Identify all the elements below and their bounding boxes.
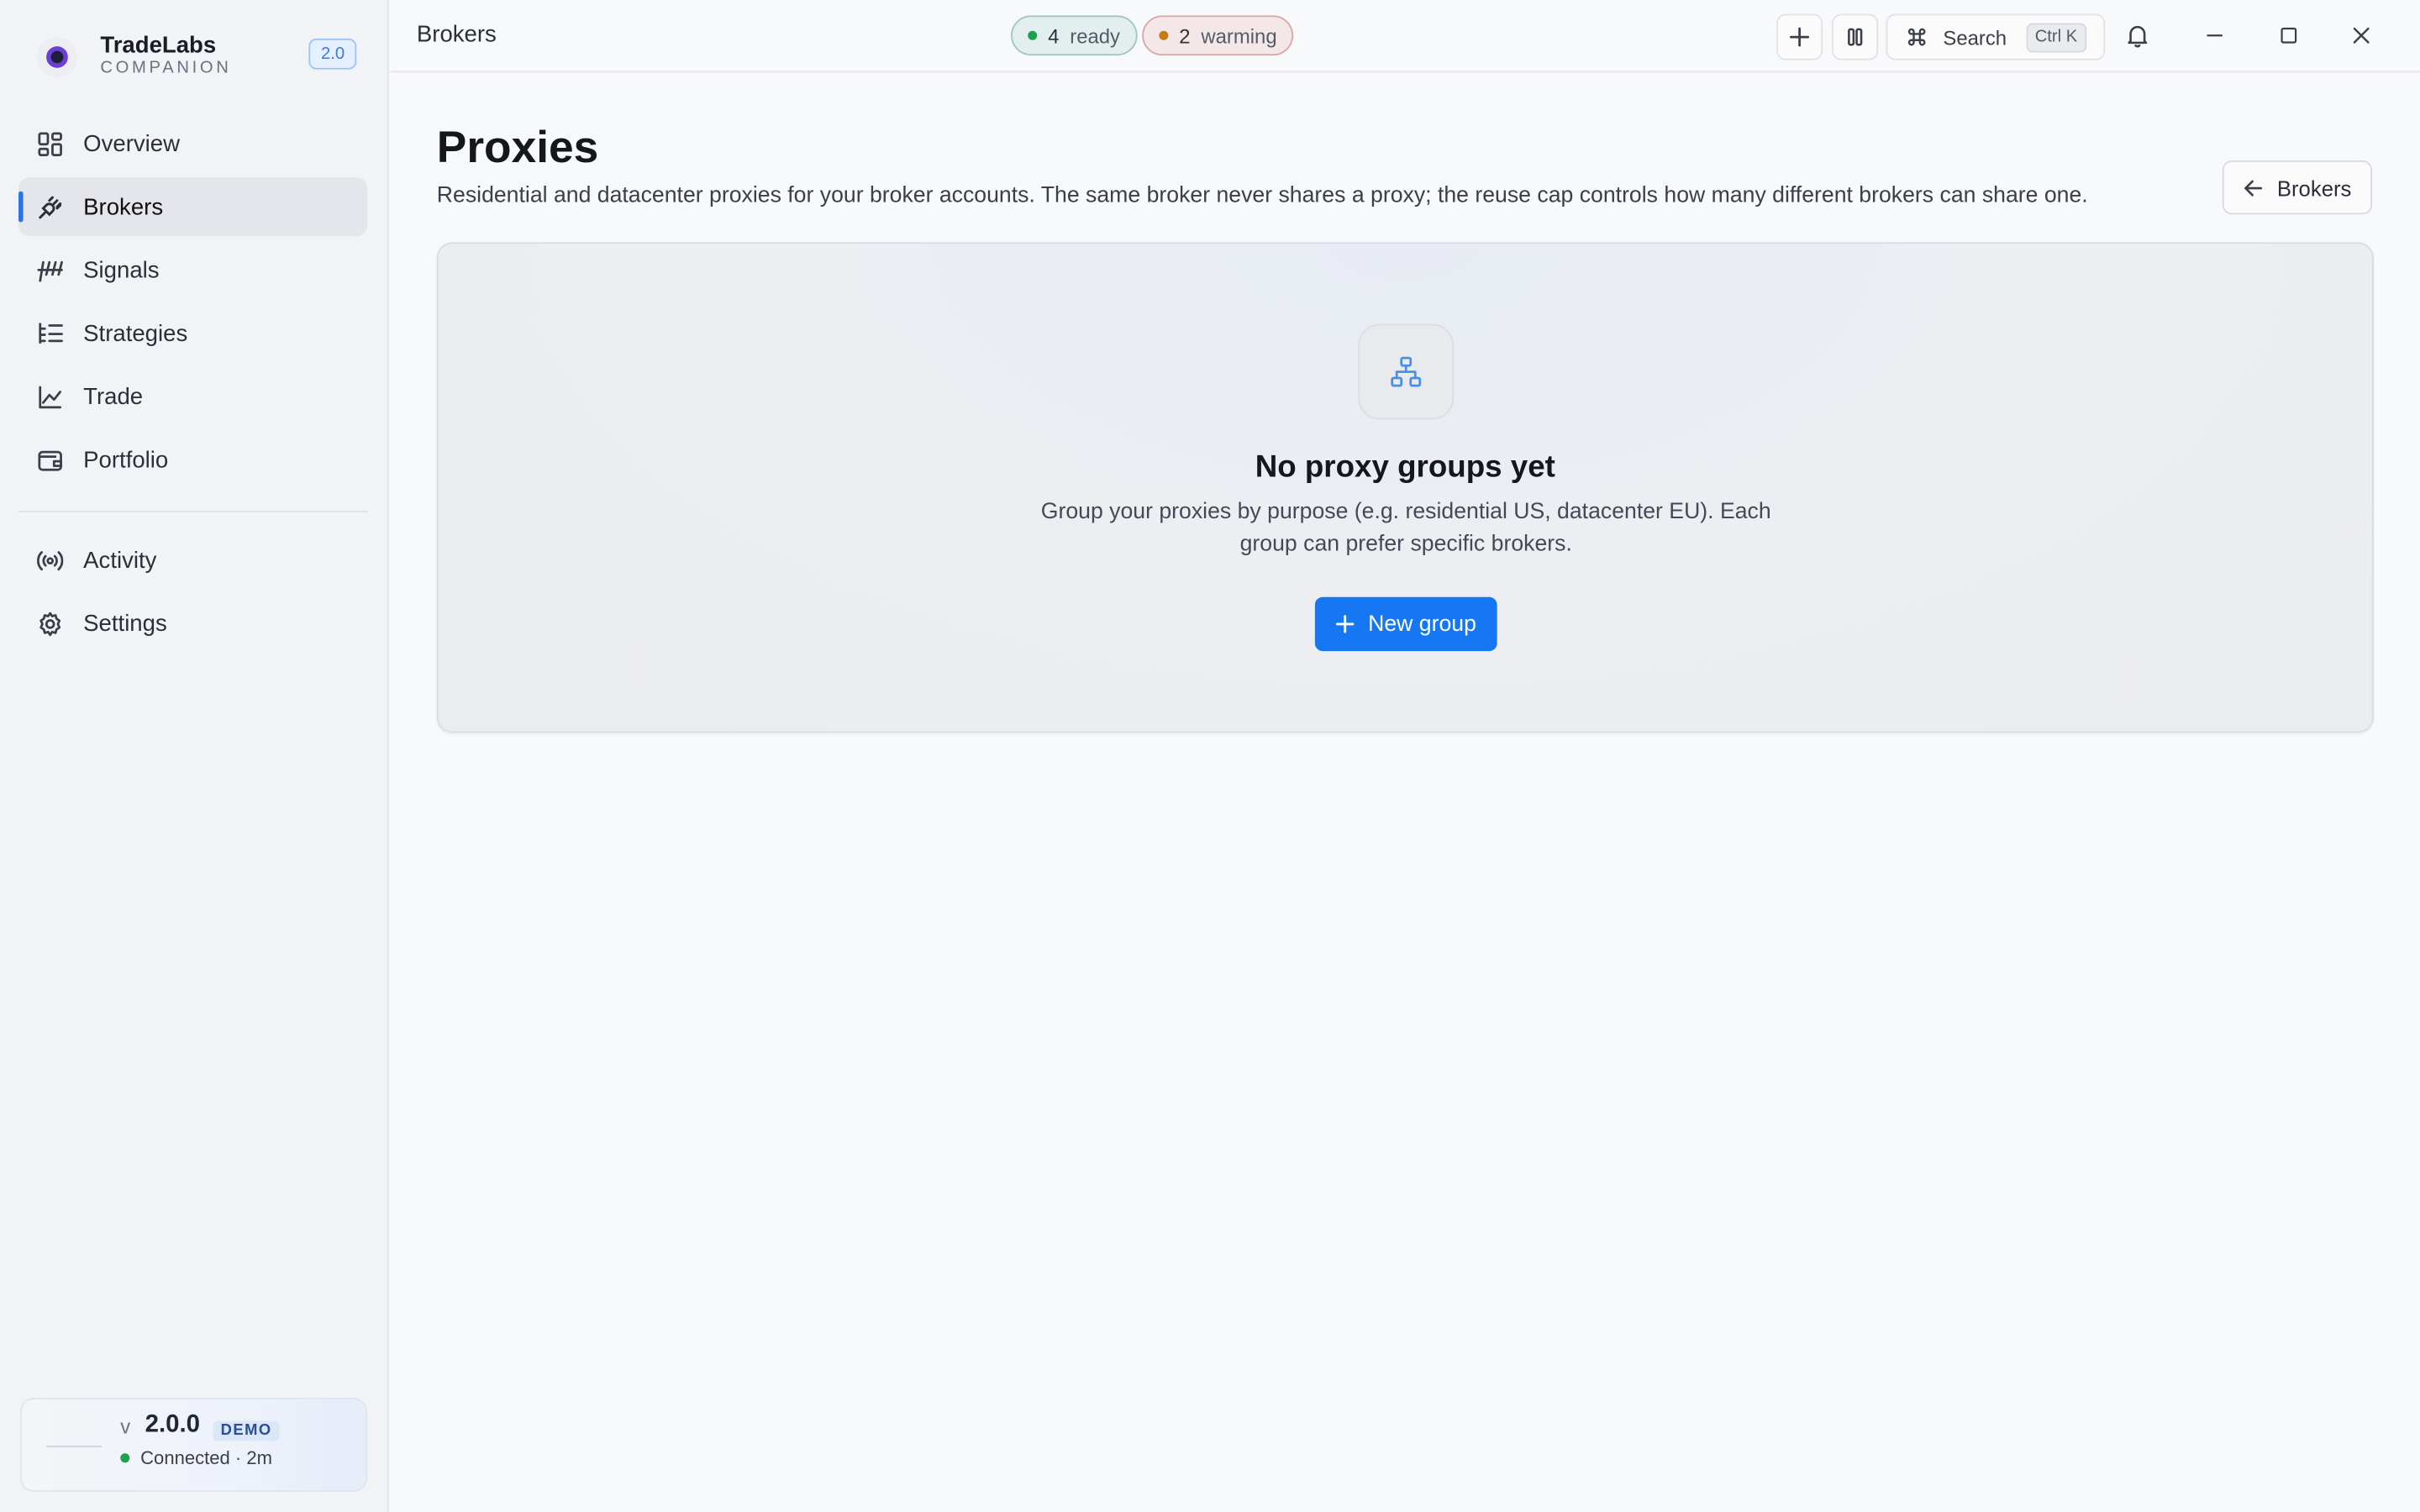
plug-icon [37, 194, 63, 220]
empty-state-title: No proxy groups yet [1255, 450, 1555, 485]
sidebar-nav: Overview Brokers Signals Strategies Trad… [18, 114, 368, 658]
sidebar-item-strategies[interactable]: Strategies [18, 304, 367, 363]
sidebar-divider [18, 510, 368, 512]
sidebar-item-label: Brokers [83, 193, 164, 220]
grid-icon [37, 130, 63, 156]
ready-dot-icon [1028, 30, 1038, 40]
connection-text: Connected · 2m [140, 1446, 272, 1469]
sidebar-item-label: Activity [83, 547, 157, 574]
minimize-icon [2207, 34, 2223, 37]
brand: TradeLabs COMPANION 2.0 [37, 31, 361, 81]
sidebar-item-label: Strategies [83, 320, 188, 347]
sidebar-item-settings[interactable]: Settings [18, 594, 367, 653]
page-title: Proxies [436, 123, 599, 173]
empty-state-text: Group your proxies by purpose (e.g. resi… [1040, 500, 1771, 558]
search-shortcut: Ctrl K [2025, 23, 2087, 53]
warming-count: 2 [1179, 24, 1191, 48]
sidebar-item-signals[interactable]: Signals [18, 241, 367, 300]
new-group-label: New group [1368, 612, 1476, 637]
breadcrumb[interactable]: Brokers [417, 22, 497, 48]
close-button[interactable] [2344, 18, 2378, 52]
close-icon [2353, 27, 2370, 44]
back-to-brokers-button[interactable]: Brokers [2222, 160, 2373, 215]
app-version: 2.0.0 [145, 1411, 201, 1438]
app-logo-icon [37, 37, 77, 77]
list-tree-icon [37, 320, 63, 346]
search-label: Search [1943, 25, 2007, 49]
sidebar-item-label: Overview [83, 130, 181, 157]
brand-subtitle: COMPANION [100, 58, 232, 77]
ready-status-pill[interactable]: 4 ready [1011, 15, 1138, 56]
bell-icon [2128, 25, 2148, 48]
add-button[interactable] [1776, 13, 1823, 60]
brand-name: TradeLabs [100, 32, 217, 59]
demo-badge: DEMO [213, 1420, 280, 1441]
minimize-button[interactable] [2197, 18, 2231, 52]
pause-button[interactable] [1832, 13, 1879, 60]
notifications-button[interactable] [2121, 18, 2154, 52]
sidebar: TradeLabs COMPANION 2.0 Overview Brokers [0, 0, 389, 1512]
sidebar-item-portfolio[interactable]: Portfolio [18, 430, 367, 489]
connection-status: Connected · 2m [118, 1447, 272, 1469]
sidebar-item-activity[interactable]: Activity [18, 531, 367, 590]
wallet-icon [37, 447, 63, 473]
sidebar-item-label: Settings [83, 610, 167, 637]
gear-icon [37, 610, 63, 636]
maximize-icon [2281, 27, 2297, 44]
sidebar-item-label: Portfolio [83, 446, 169, 473]
sparkline [46, 1445, 103, 1447]
version-badge: 2.0 [308, 38, 357, 70]
plus-icon [1336, 615, 1355, 633]
connection-status-card[interactable]: v 2.0.0 DEMO Connected · 2m [19, 1398, 368, 1493]
pause-icon [1848, 28, 1863, 46]
version-prefix: v [120, 1415, 131, 1438]
arrow-left-icon [2244, 179, 2263, 196]
network-icon [1358, 323, 1455, 420]
plus-icon [1790, 27, 1810, 47]
empty-state-card: No proxy groups yet Group your proxies b… [436, 242, 2374, 733]
chart-line-icon [37, 383, 63, 409]
sidebar-item-overview[interactable]: Overview [18, 114, 367, 173]
broadcast-icon [37, 547, 64, 573]
sidebar-item-label: Signals [83, 256, 160, 284]
sidebar-item-brokers[interactable]: Brokers [18, 177, 368, 237]
warming-label: warming [1201, 24, 1277, 48]
ready-count: 4 [1048, 24, 1060, 48]
command-icon [1907, 28, 1926, 46]
back-button-label: Brokers [2276, 175, 2352, 200]
sidebar-item-label: Trade [83, 383, 144, 410]
new-group-button[interactable]: New group [1314, 596, 1497, 652]
sidebar-item-trade[interactable]: Trade [18, 367, 367, 426]
page-description: Residential and datacenter proxies for y… [436, 183, 2088, 208]
maximize-button[interactable] [2272, 18, 2306, 52]
connected-dot-icon [120, 1453, 130, 1463]
top-bar: Brokers 4 ready 2 warming Search Ctrl K [390, 0, 2420, 73]
search-button[interactable]: Search Ctrl K [1886, 13, 2106, 60]
ready-label: ready [1070, 24, 1121, 48]
signals-icon [37, 257, 63, 283]
warming-dot-icon [1159, 30, 1169, 40]
warming-status-pill[interactable]: 2 warming [1142, 15, 1294, 56]
